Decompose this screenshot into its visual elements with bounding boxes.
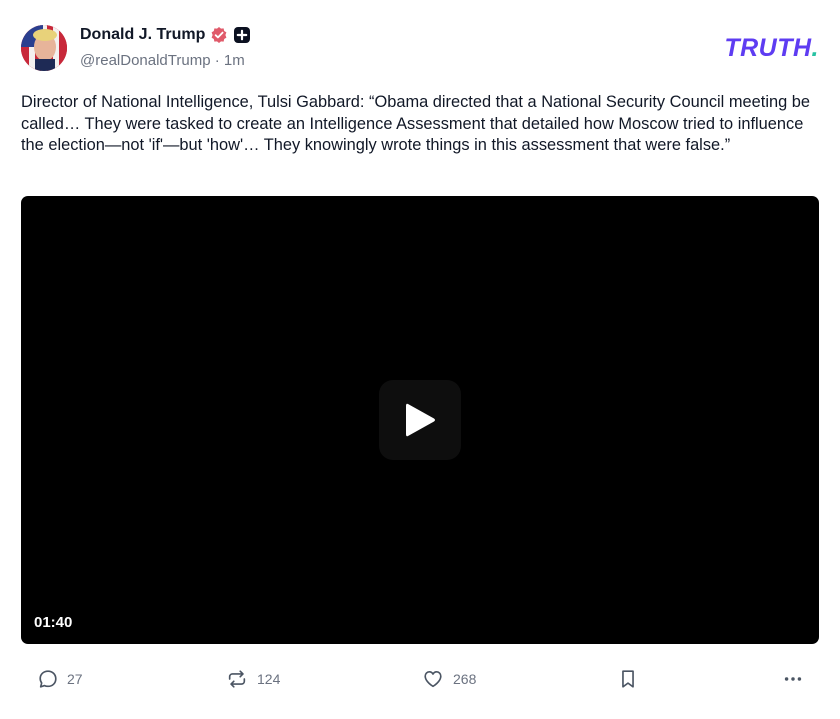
reply-button[interactable]: 27 [37, 663, 83, 695]
video-player[interactable]: 01:40 [21, 196, 819, 644]
reply-icon [39, 670, 57, 688]
reply-count: 27 [67, 671, 83, 687]
logo-text: TRUTH [724, 34, 812, 62]
truth-logo[interactable]: TRUTH. [724, 34, 819, 63]
play-button[interactable] [379, 380, 461, 460]
retruth-button[interactable]: 124 [225, 663, 280, 695]
retruth-count: 124 [257, 671, 281, 687]
verified-badge-icon [210, 26, 228, 44]
like-count: 268 [453, 671, 477, 687]
author-handle[interactable]: @realDonaldTrump [80, 52, 211, 69]
separator-dot: · [214, 52, 220, 69]
logo-dot: . [811, 34, 819, 62]
like-button[interactable]: 268 [421, 663, 476, 695]
plus-badge-icon [233, 26, 251, 44]
video-duration: 01:40 [34, 614, 73, 631]
avatar-image [21, 25, 67, 71]
post-actions: 27 124 268 [21, 663, 819, 695]
post-body: Director of National Intelligence, Tulsi… [21, 93, 810, 154]
handle-row: @realDonaldTrump · 1m [80, 52, 245, 69]
more-options-button[interactable] [781, 663, 805, 695]
bookmark-icon [622, 670, 634, 688]
retruth-icon [228, 670, 246, 688]
more-icon [784, 677, 802, 681]
like-icon [424, 671, 442, 688]
play-icon [406, 403, 435, 437]
bookmark-button[interactable] [617, 663, 639, 695]
avatar[interactable] [21, 25, 67, 71]
author-row: Donald J. Trump [80, 24, 251, 46]
author-name[interactable]: Donald J. Trump [80, 26, 205, 44]
post-timestamp[interactable]: 1m [224, 52, 245, 69]
